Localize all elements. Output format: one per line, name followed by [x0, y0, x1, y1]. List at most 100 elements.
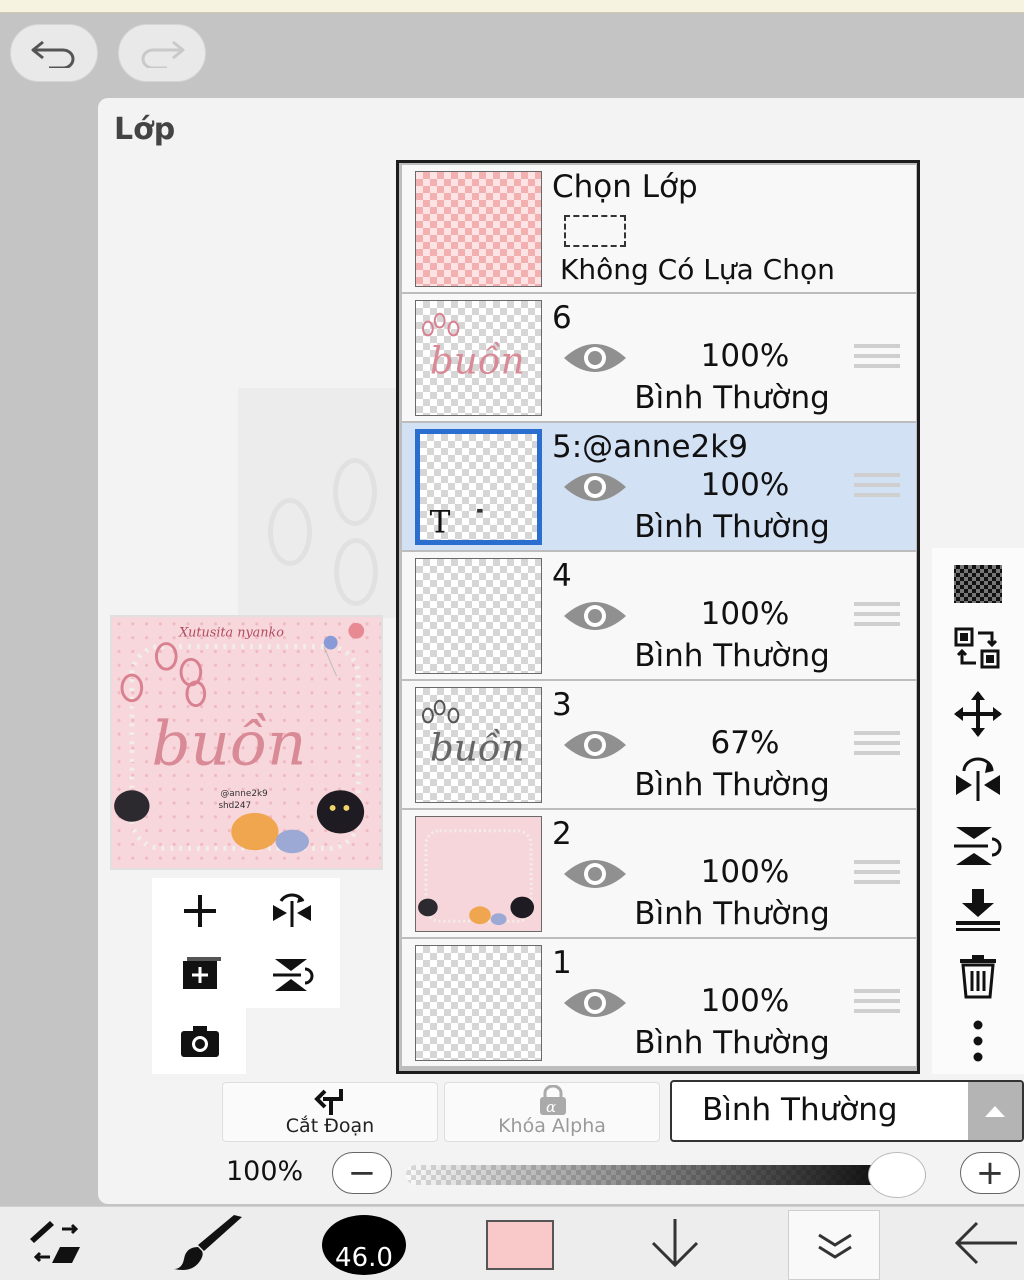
redo-icon — [141, 40, 185, 68]
alpha-lock-button[interactable]: α Khóa Alpha — [444, 1082, 660, 1142]
drag-handle-icon[interactable] — [854, 860, 900, 890]
layer-name: 6 — [552, 300, 572, 336]
flip-vertical-icon — [273, 959, 314, 991]
clipping-label: Cắt Đoạn — [285, 1115, 375, 1137]
add-layer-button[interactable] — [170, 886, 230, 936]
lock-icon: α — [540, 1085, 566, 1116]
redo-button[interactable] — [118, 24, 206, 82]
layer-opacity: 100% — [700, 467, 790, 503]
brush-eraser-switch-icon — [30, 1221, 80, 1263]
layer-blend-mode: Bình Thường — [634, 767, 830, 803]
flip-vertical-mini-button[interactable] — [262, 950, 322, 1000]
layer-thumbnail — [415, 558, 542, 674]
selection-layer-title: Chọn Lớp — [552, 169, 698, 205]
layer-thumbnail: buồn — [415, 687, 542, 803]
delete-layer-button[interactable] — [950, 952, 1006, 1000]
tool-switch-button[interactable] — [14, 1206, 100, 1280]
layer-row[interactable]: 1 100% Bình Thường — [402, 939, 916, 1066]
layer-row[interactable]: 4 100% Bình Thường — [402, 552, 916, 679]
more-icon — [973, 1020, 983, 1062]
clipping-button[interactable]: Cắt Đoạn — [222, 1082, 438, 1142]
back-button[interactable] — [944, 1206, 1024, 1280]
layer-row[interactable]: buồn 3 67% Bình Thường — [402, 681, 916, 808]
status-strip — [0, 0, 1024, 13]
svg-text:buồn: buồn — [430, 726, 525, 770]
panel-title: Lớp — [114, 112, 176, 147]
layer-row[interactable]: 2 100% Bình Thường — [402, 810, 916, 937]
minus-icon: − — [347, 1153, 377, 1193]
undo-icon — [31, 40, 75, 68]
layer-row-selected[interactable]: T 5:@anne2k9 100% Bình Thường — [402, 423, 916, 550]
move-icon — [954, 691, 1002, 737]
brush-icon — [174, 1215, 242, 1270]
drag-handle-icon[interactable] — [854, 344, 900, 374]
merge-down-icon — [956, 889, 1000, 931]
visibility-eye-icon[interactable] — [562, 854, 628, 894]
brush-size-indicator[interactable]: 46.0 — [322, 1215, 406, 1275]
drag-handle-icon[interactable] — [854, 473, 900, 503]
layer-name: 2 — [552, 816, 572, 852]
flip-horizontal-icon — [956, 757, 1000, 801]
opacity-decrease-button[interactable]: − — [332, 1152, 392, 1194]
layers-menu-button[interactable] — [788, 1210, 880, 1280]
layer-blend-mode: Bình Thường — [634, 638, 830, 674]
layer-name: 4 — [552, 558, 572, 594]
drag-handle-icon[interactable] — [854, 731, 900, 761]
opacity-increase-button[interactable]: + — [960, 1152, 1020, 1194]
layer-blend-mode: Bình Thường — [634, 380, 830, 416]
layer-opacity: 67% — [710, 725, 780, 761]
flip-vertical-icon — [954, 827, 1002, 865]
layer-thumbnail — [415, 816, 542, 932]
selection-marquee-icon — [564, 215, 626, 247]
visibility-eye-icon[interactable] — [562, 725, 628, 765]
layer-thumbnail — [415, 945, 542, 1061]
flip-horizontal-icon — [273, 893, 311, 927]
flip-vertical-button[interactable] — [950, 822, 1006, 870]
dropdown-arrow-icon[interactable] — [968, 1082, 1022, 1140]
layer-opacity: 100% — [700, 596, 790, 632]
camera-button[interactable] — [170, 1016, 230, 1066]
layer-blend-mode: Bình Thường — [634, 1025, 830, 1061]
visibility-eye-icon[interactable] — [562, 596, 628, 636]
move-button[interactable] — [950, 690, 1006, 738]
visibility-eye-icon[interactable] — [562, 338, 628, 378]
selection-layer-thumbnail — [415, 171, 542, 287]
flip-horizontal-mini-button[interactable] — [262, 886, 322, 936]
merge-down-button[interactable] — [950, 886, 1006, 934]
add-folder-icon — [183, 957, 221, 989]
drag-handle-icon[interactable] — [854, 989, 900, 1019]
transparency-button[interactable] — [950, 560, 1006, 608]
layer-row[interactable]: buồn 6 100% Bình Thường — [402, 294, 916, 421]
arrow-left-icon — [954, 1221, 1017, 1265]
layer-opacity: 100% — [700, 983, 790, 1019]
arrow-down-icon — [651, 1219, 699, 1268]
preview-word: buồn — [152, 709, 307, 780]
layer-down-button[interactable] — [640, 1206, 710, 1280]
plus-icon: + — [975, 1153, 1005, 1193]
blend-mode-select[interactable]: Bình Thường — [670, 1080, 1024, 1142]
brush-tool-button[interactable] — [168, 1206, 248, 1280]
artwork-preview: Xutusita nyanko buồn @anne2k9 shd247 — [110, 615, 383, 870]
alpha-lock-label: Khóa Alpha — [498, 1115, 606, 1137]
visibility-eye-icon[interactable] — [562, 983, 628, 1023]
clipping-arrow-icon — [314, 1089, 343, 1115]
add-folder-button[interactable] — [170, 950, 230, 1000]
color-swatch[interactable] — [486, 1220, 554, 1270]
svg-text:α: α — [546, 1098, 556, 1116]
selection-layer-status: Không Có Lựa Chọn — [560, 253, 835, 286]
opacity-slider[interactable] — [406, 1165, 926, 1185]
camera-icon — [181, 1026, 219, 1057]
flip-horizontal-button[interactable] — [950, 756, 1006, 804]
preview-tag1: @anne2k9 — [220, 789, 267, 799]
layer-name: 1 — [552, 945, 572, 981]
preview-tag2: shd247 — [218, 801, 251, 811]
brush-size-value: 46.0 — [335, 1243, 393, 1273]
transfer-button[interactable] — [950, 624, 1006, 672]
opacity-slider-thumb[interactable] — [868, 1152, 926, 1198]
drag-handle-icon[interactable] — [854, 602, 900, 632]
undo-button[interactable] — [10, 24, 98, 82]
visibility-eye-icon[interactable] — [562, 467, 628, 507]
checker-icon — [954, 565, 1002, 603]
more-options-button[interactable] — [950, 1018, 1006, 1066]
selection-layer-row[interactable]: Chọn Lớp Không Có Lựa Chọn — [402, 165, 916, 292]
